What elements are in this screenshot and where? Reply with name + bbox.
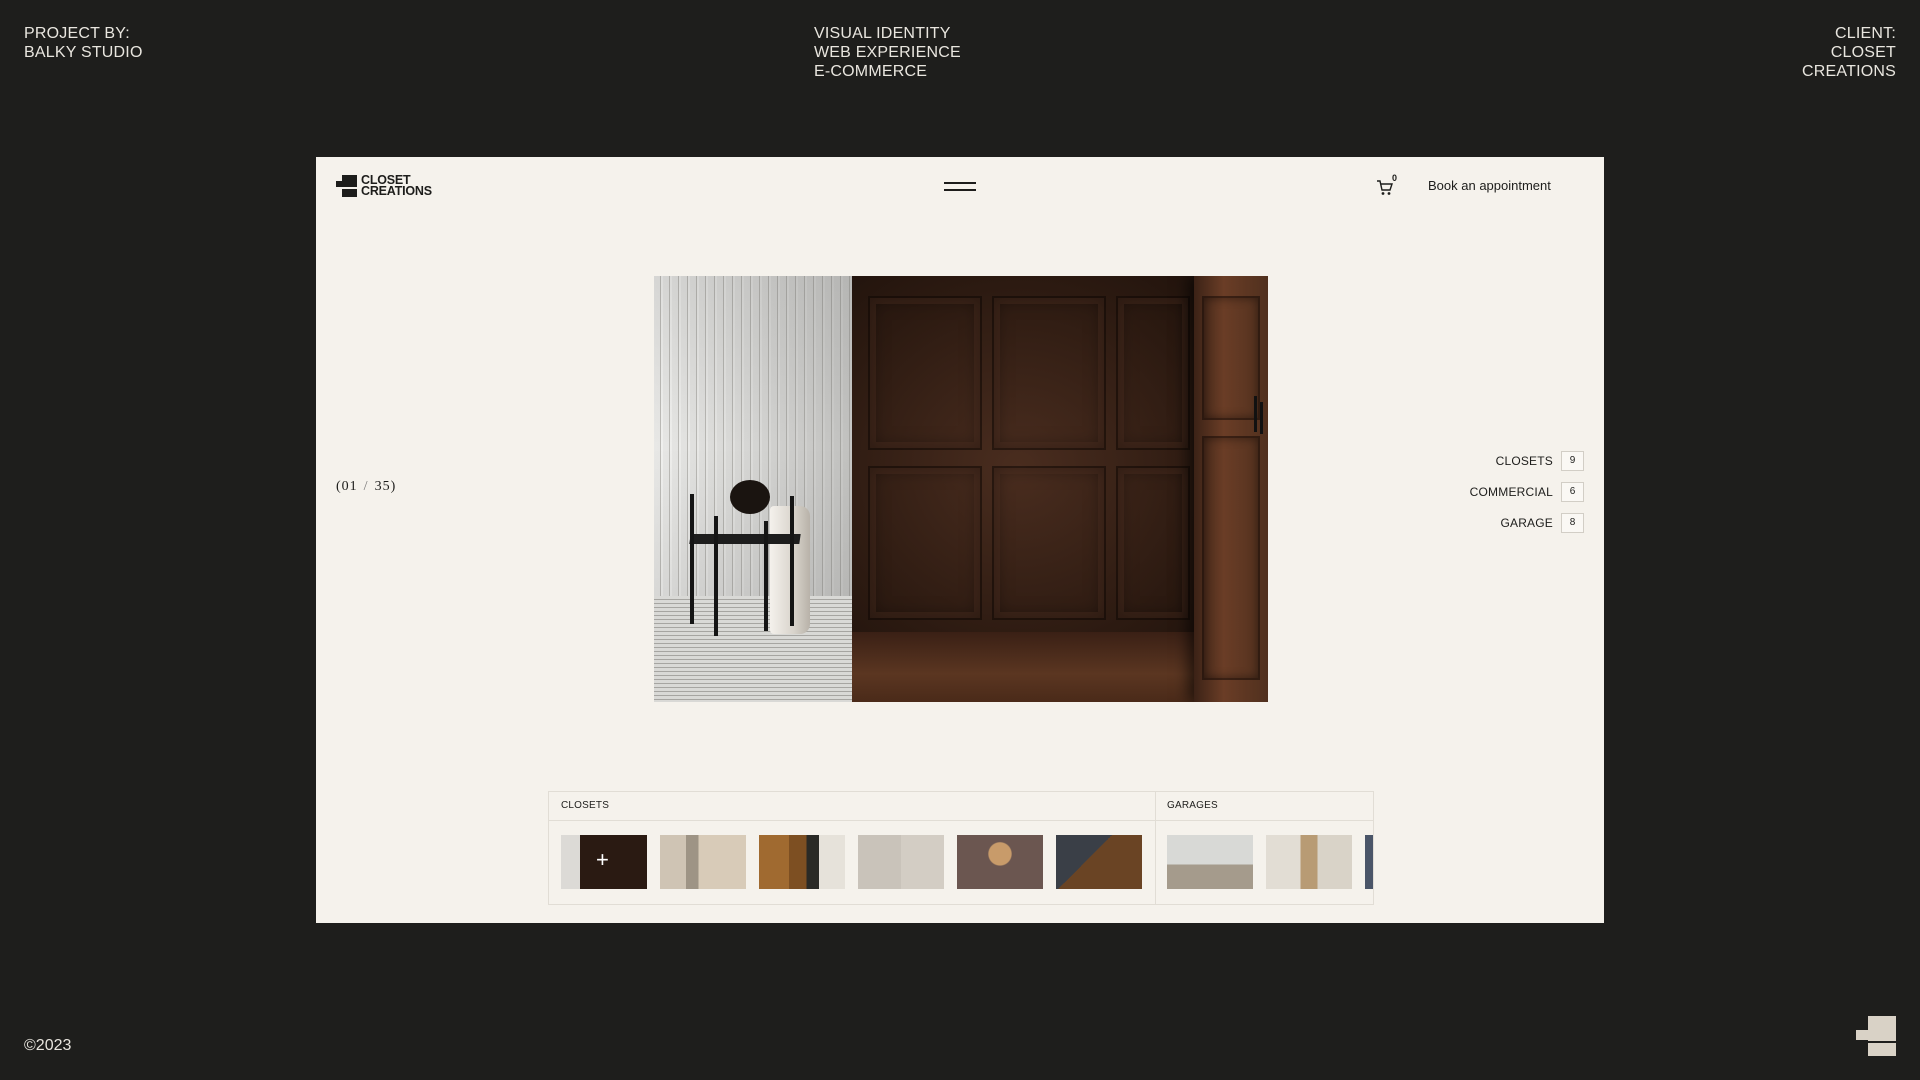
plus-icon: + <box>596 847 609 872</box>
service-visual-identity: VISUAL IDENTITY <box>814 25 951 42</box>
category-commercial[interactable]: COMMERCIAL 6 <box>1470 476 1584 507</box>
services-list: VISUAL IDENTITY WEB EXPERIENCE E-COMMERC… <box>814 24 961 81</box>
category-label: GARAGE <box>1500 515 1553 530</box>
service-ecommerce: E-COMMERCE <box>814 63 928 80</box>
website-preview: CLOSET CREATIONS 0 Book an appointment (… <box>316 157 1604 923</box>
strip-divider-vertical <box>1155 792 1156 904</box>
thumbnail-garage-1[interactable] <box>1167 835 1253 889</box>
chair-leg <box>714 516 718 636</box>
logo-text: CLOSET CREATIONS <box>361 174 432 198</box>
counter-total: 35 <box>374 479 391 494</box>
book-appointment-link[interactable]: Book an appointment <box>1428 178 1551 193</box>
logo-line-2: CREATIONS <box>361 184 432 198</box>
chair-leg <box>764 521 768 631</box>
category-count: 6 <box>1561 481 1584 502</box>
strip-group-garages: GARAGES <box>1167 800 1218 811</box>
site-logo[interactable]: CLOSET CREATIONS <box>336 174 432 198</box>
menu-hamburger-icon[interactable] <box>944 180 976 194</box>
client-name-line1: CLOSET <box>1830 44 1896 61</box>
slide-counter: (01/35) <box>336 479 396 495</box>
counter-close-paren: ) <box>390 479 397 494</box>
logo-mark-icon <box>336 175 357 197</box>
door-handle-2 <box>1260 402 1263 434</box>
cart-button[interactable]: 0 <box>1376 173 1402 199</box>
chair-back <box>730 480 770 514</box>
client-label: CLIENT: <box>1835 25 1896 42</box>
project-by: PROJECT BY: BALKY STUDIO <box>24 24 143 62</box>
counter-current: 01 <box>341 479 358 494</box>
category-count: 9 <box>1561 450 1584 471</box>
thumbnail-closet-6[interactable] <box>1056 835 1142 889</box>
project-by-label: PROJECT BY: <box>24 25 130 42</box>
brand-mark-icon <box>1856 1016 1896 1056</box>
thumbnail-closet-2[interactable] <box>660 835 746 889</box>
chair-seat <box>689 534 801 544</box>
tile-floor <box>654 596 852 702</box>
client-name-line2: CREATIONS <box>1802 63 1896 80</box>
door-handle <box>1254 396 1257 432</box>
hero-image <box>654 276 1268 702</box>
open-door <box>1194 276 1268 702</box>
category-closets[interactable]: CLOSETS 9 <box>1470 445 1584 476</box>
category-garage[interactable]: GARAGE 8 <box>1470 507 1584 538</box>
thumbnail-garage-2[interactable] <box>1266 835 1352 889</box>
cart-count-badge: 0 <box>1392 173 1398 183</box>
service-web-experience: WEB EXPERIENCE <box>814 44 961 61</box>
client-info: CLIENT: CLOSET CREATIONS <box>1802 24 1896 81</box>
chair-leg <box>790 496 794 626</box>
thumbnail-garage-3[interactable] <box>1365 835 1373 889</box>
thumbnail-strip: CLOSETS GARAGES + <box>548 791 1374 905</box>
strip-divider-horizontal <box>549 820 1373 821</box>
category-label: CLOSETS <box>1495 453 1553 468</box>
copyright: ©2023 <box>24 1037 72 1054</box>
chair-leg <box>690 494 694 624</box>
thumbnail-closet-5[interactable] <box>957 835 1043 889</box>
project-by-value: BALKY STUDIO <box>24 44 143 61</box>
thumbnail-closet-4[interactable] <box>858 835 944 889</box>
category-label: COMMERCIAL <box>1469 484 1553 499</box>
thumbnail-closet-3[interactable] <box>759 835 845 889</box>
category-count: 8 <box>1561 512 1584 533</box>
category-list: CLOSETS 9 COMMERCIAL 6 GARAGE 8 <box>1470 445 1584 538</box>
strip-group-closets: CLOSETS <box>561 800 610 811</box>
thumbnail-closet-1[interactable]: + <box>561 835 647 889</box>
counter-separator: / <box>363 479 369 494</box>
